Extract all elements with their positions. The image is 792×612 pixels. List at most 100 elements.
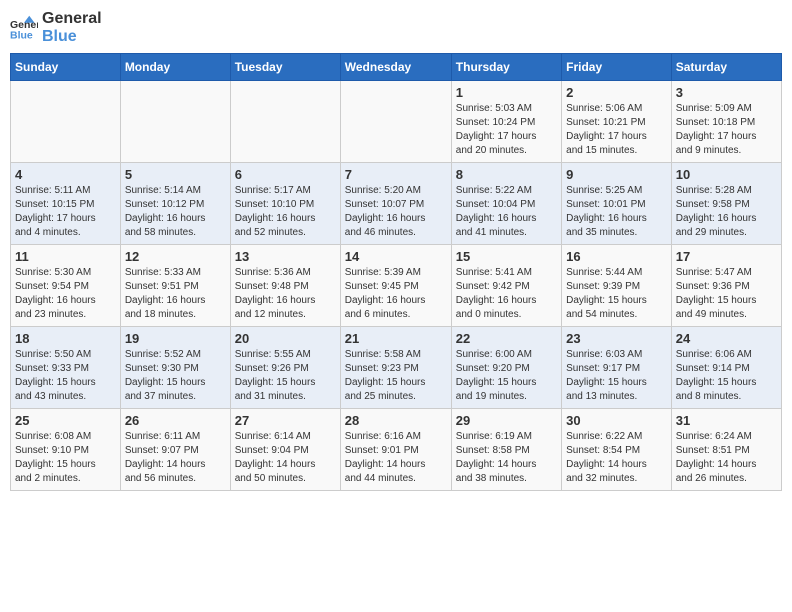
calendar-cell: 23 Sunrise: 6:03 AM Sunset: 9:17 PM Dayli…	[562, 327, 672, 409]
day-number: 5	[125, 167, 226, 182]
calendar-cell: 13 Sunrise: 5:36 AM Sunset: 9:48 PM Dayli…	[230, 245, 340, 327]
day-number: 29	[456, 413, 557, 428]
day-number: 24	[676, 331, 777, 346]
day-info: Sunrise: 6:11 AM Sunset: 9:07 PM Dayligh…	[125, 430, 226, 486]
calendar-cell: 27 Sunrise: 6:14 AM Sunset: 9:04 PM Dayli…	[230, 409, 340, 491]
day-info: Sunrise: 5:06 AM Sunset: 10:21 PM Daylig…	[566, 102, 667, 158]
day-info: Sunrise: 5:14 AM Sunset: 10:12 PM Daylig…	[125, 184, 226, 240]
logo: General Blue General Blue	[10, 10, 102, 45]
calendar-row: 4 Sunrise: 5:11 AM Sunset: 10:15 PM Dayli…	[11, 163, 782, 245]
day-info: Sunrise: 5:50 AM Sunset: 9:33 PM Dayligh…	[15, 348, 116, 404]
day-number: 31	[676, 413, 777, 428]
day-number: 7	[345, 167, 447, 182]
header-day: Friday	[562, 54, 672, 81]
day-info: Sunrise: 5:55 AM Sunset: 9:26 PM Dayligh…	[235, 348, 336, 404]
day-info: Sunrise: 6:22 AM Sunset: 8:54 PM Dayligh…	[566, 430, 667, 486]
day-info: Sunrise: 5:11 AM Sunset: 10:15 PM Daylig…	[15, 184, 116, 240]
calendar-cell: 14Sunrise: 5:39 AM Sunset: 9:45 PM Dayli…	[340, 245, 451, 327]
day-info: Sunrise: 5:03 AM Sunset: 10:24 PM Daylig…	[456, 102, 557, 158]
calendar-cell: 7 Sunrise: 5:20 AM Sunset: 10:07 PM Dayli…	[340, 163, 451, 245]
day-number: 27	[235, 413, 336, 428]
calendar-cell: 6 Sunrise: 5:17 AM Sunset: 10:10 PM Dayli…	[230, 163, 340, 245]
calendar-cell: 17 Sunrise: 5:47 AM Sunset: 9:36 PM Dayli…	[671, 245, 781, 327]
day-info: Sunrise: 5:47 AM Sunset: 9:36 PM Dayligh…	[676, 266, 777, 322]
calendar-cell	[340, 81, 451, 163]
day-number: 17	[676, 249, 777, 264]
header-day: Monday	[120, 54, 230, 81]
day-number: 23	[566, 331, 667, 346]
day-number: 8	[456, 167, 557, 182]
day-info: Sunrise: 5:09 AM Sunset: 10:18 PM Daylig…	[676, 102, 777, 158]
calendar-cell: 11Sunrise: 5:30 AM Sunset: 9:54 PM Dayli…	[11, 245, 121, 327]
day-number: 21	[345, 331, 447, 346]
page-header: General Blue General Blue	[10, 10, 782, 45]
day-number: 6	[235, 167, 336, 182]
calendar-cell: 22 Sunrise: 6:00 AM Sunset: 9:20 PM Dayli…	[451, 327, 561, 409]
day-info: Sunrise: 6:03 AM Sunset: 9:17 PM Dayligh…	[566, 348, 667, 404]
header-day: Saturday	[671, 54, 781, 81]
header-day: Wednesday	[340, 54, 451, 81]
calendar-cell: 1 Sunrise: 5:03 AM Sunset: 10:24 PM Dayli…	[451, 81, 561, 163]
day-number: 13	[235, 249, 336, 264]
day-number: 3	[676, 85, 777, 100]
calendar-cell: 28 Sunrise: 6:16 AM Sunset: 9:01 PM Dayli…	[340, 409, 451, 491]
day-info: Sunrise: 6:19 AM Sunset: 8:58 PM Dayligh…	[456, 430, 557, 486]
calendar-cell: 2 Sunrise: 5:06 AM Sunset: 10:21 PM Dayli…	[562, 81, 672, 163]
calendar-row: 11Sunrise: 5:30 AM Sunset: 9:54 PM Dayli…	[11, 245, 782, 327]
day-info: Sunrise: 5:36 AM Sunset: 9:48 PM Dayligh…	[235, 266, 336, 322]
day-info: Sunrise: 5:25 AM Sunset: 10:01 PM Daylig…	[566, 184, 667, 240]
day-info: Sunrise: 6:06 AM Sunset: 9:14 PM Dayligh…	[676, 348, 777, 404]
calendar-cell: 30 Sunrise: 6:22 AM Sunset: 8:54 PM Dayli…	[562, 409, 672, 491]
day-number: 2	[566, 85, 667, 100]
day-number: 30	[566, 413, 667, 428]
calendar-cell: 18 Sunrise: 5:50 AM Sunset: 9:33 PM Dayli…	[11, 327, 121, 409]
day-number: 22	[456, 331, 557, 346]
day-info: Sunrise: 5:30 AM Sunset: 9:54 PM Dayligh…	[15, 266, 116, 322]
day-info: Sunrise: 5:20 AM Sunset: 10:07 PM Daylig…	[345, 184, 447, 240]
day-info: Sunrise: 5:52 AM Sunset: 9:30 PM Dayligh…	[125, 348, 226, 404]
calendar-cell: 15Sunrise: 5:41 AM Sunset: 9:42 PM Dayli…	[451, 245, 561, 327]
day-info: Sunrise: 5:33 AM Sunset: 9:51 PM Dayligh…	[125, 266, 226, 322]
day-info: Sunrise: 5:28 AM Sunset: 9:58 PM Dayligh…	[676, 184, 777, 240]
day-info: Sunrise: 5:17 AM Sunset: 10:10 PM Daylig…	[235, 184, 336, 240]
calendar-cell	[230, 81, 340, 163]
day-number: 28	[345, 413, 447, 428]
calendar-cell: 10 Sunrise: 5:28 AM Sunset: 9:58 PM Dayli…	[671, 163, 781, 245]
calendar-cell: 3 Sunrise: 5:09 AM Sunset: 10:18 PM Dayli…	[671, 81, 781, 163]
calendar-cell: 24 Sunrise: 6:06 AM Sunset: 9:14 PM Dayli…	[671, 327, 781, 409]
day-number: 10	[676, 167, 777, 182]
day-info: Sunrise: 5:44 AM Sunset: 9:39 PM Dayligh…	[566, 266, 667, 322]
day-info: Sunrise: 6:00 AM Sunset: 9:20 PM Dayligh…	[456, 348, 557, 404]
calendar-cell: 31Sunrise: 6:24 AM Sunset: 8:51 PM Dayli…	[671, 409, 781, 491]
calendar-row: 1 Sunrise: 5:03 AM Sunset: 10:24 PM Dayli…	[11, 81, 782, 163]
calendar-cell: 19Sunrise: 5:52 AM Sunset: 9:30 PM Dayli…	[120, 327, 230, 409]
svg-text:Blue: Blue	[10, 29, 33, 41]
day-info: Sunrise: 5:58 AM Sunset: 9:23 PM Dayligh…	[345, 348, 447, 404]
day-number: 9	[566, 167, 667, 182]
calendar-cell: 25Sunrise: 6:08 AM Sunset: 9:10 PM Dayli…	[11, 409, 121, 491]
day-number: 1	[456, 85, 557, 100]
calendar-cell: 16 Sunrise: 5:44 AM Sunset: 9:39 PM Dayli…	[562, 245, 672, 327]
day-number: 14	[345, 249, 447, 264]
calendar-cell: 5 Sunrise: 5:14 AM Sunset: 10:12 PM Dayli…	[120, 163, 230, 245]
day-number: 20	[235, 331, 336, 346]
day-number: 15	[456, 249, 557, 264]
day-number: 4	[15, 167, 116, 182]
calendar-cell	[11, 81, 121, 163]
day-info: Sunrise: 5:22 AM Sunset: 10:04 PM Daylig…	[456, 184, 557, 240]
day-number: 18	[15, 331, 116, 346]
calendar-cell: 21 Sunrise: 5:58 AM Sunset: 9:23 PM Dayli…	[340, 327, 451, 409]
header-day: Thursday	[451, 54, 561, 81]
header-day: Tuesday	[230, 54, 340, 81]
calendar-row: 18 Sunrise: 5:50 AM Sunset: 9:33 PM Dayli…	[11, 327, 782, 409]
day-number: 16	[566, 249, 667, 264]
header-row: SundayMondayTuesdayWednesdayThursdayFrid…	[11, 54, 782, 81]
calendar-cell	[120, 81, 230, 163]
day-info: Sunrise: 6:16 AM Sunset: 9:01 PM Dayligh…	[345, 430, 447, 486]
calendar-table: SundayMondayTuesdayWednesdayThursdayFrid…	[10, 53, 782, 491]
calendar-cell: 4 Sunrise: 5:11 AM Sunset: 10:15 PM Dayli…	[11, 163, 121, 245]
logo-icon: General Blue	[10, 14, 38, 42]
header-day: Sunday	[11, 54, 121, 81]
day-number: 26	[125, 413, 226, 428]
day-info: Sunrise: 6:14 AM Sunset: 9:04 PM Dayligh…	[235, 430, 336, 486]
